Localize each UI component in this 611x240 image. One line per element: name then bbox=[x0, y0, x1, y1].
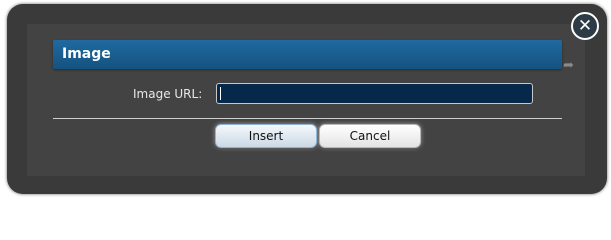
close-icon[interactable]: ✕ bbox=[571, 12, 599, 40]
dialog-title: Image bbox=[62, 46, 111, 62]
text-cursor bbox=[220, 87, 221, 100]
image-url-input[interactable] bbox=[216, 83, 533, 104]
cancel-button[interactable]: Cancel bbox=[319, 124, 421, 148]
insert-button[interactable]: Insert bbox=[215, 124, 317, 148]
divider bbox=[53, 118, 562, 119]
image-url-label: Image URL: bbox=[133, 87, 203, 101]
dialog-header: Image bbox=[53, 40, 562, 69]
redo-icon: ➦ bbox=[563, 58, 574, 73]
